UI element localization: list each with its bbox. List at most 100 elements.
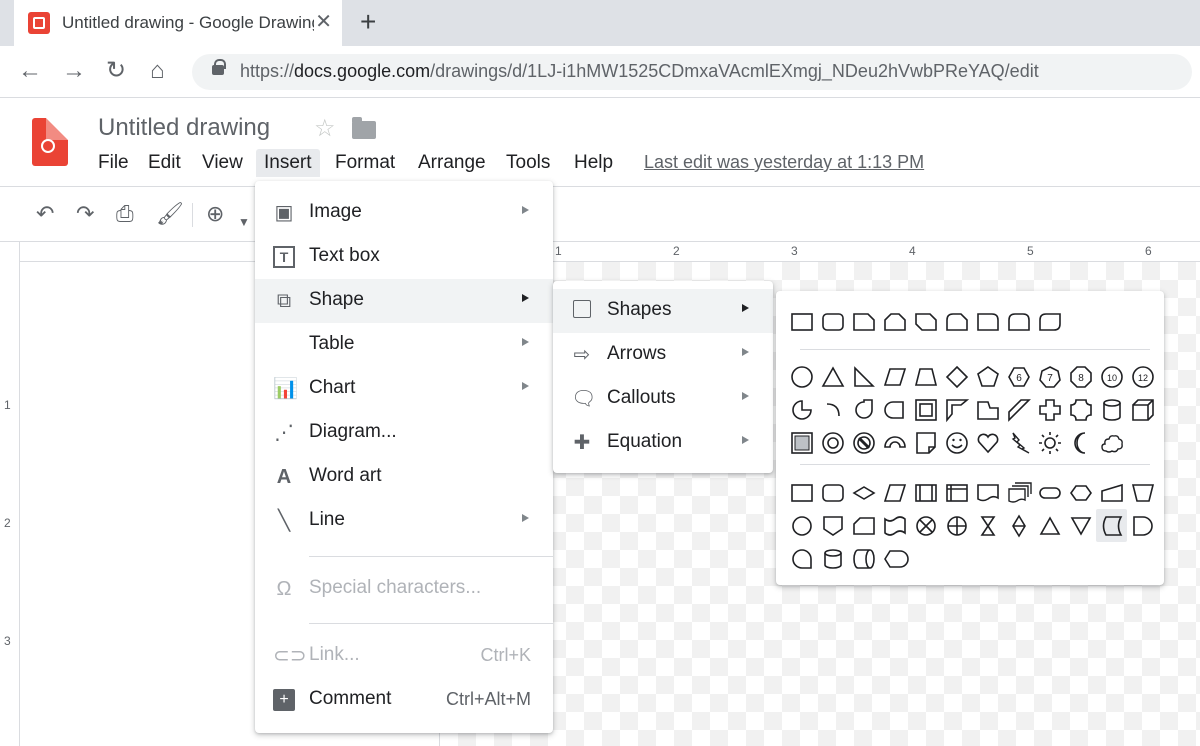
menu-insert[interactable]: Insert xyxy=(256,149,320,177)
browser-tab[interactable]: Untitled drawing - Google Drawings ✕ xyxy=(14,0,342,46)
snip-corner-rectangle-shape-icon[interactable] xyxy=(848,305,879,338)
cube-shape-icon[interactable] xyxy=(1127,393,1158,426)
submenu-item-equation[interactable]: ✚ Equation xyxy=(553,421,773,465)
flowchart-or-shape-icon[interactable] xyxy=(941,509,972,542)
can-shape-icon[interactable] xyxy=(1096,393,1127,426)
folder-icon[interactable] xyxy=(352,117,376,139)
menu-help[interactable]: Help xyxy=(566,149,621,177)
close-tab-icon[interactable]: ✕ xyxy=(315,10,332,34)
menu-item-text-box[interactable]: T Text box xyxy=(255,235,553,279)
flowchart-decision-shape-icon[interactable] xyxy=(848,476,879,509)
snip-round-rectangle-shape-icon[interactable] xyxy=(941,305,972,338)
cloud-shape-icon[interactable] xyxy=(1096,426,1127,459)
paint-format-icon[interactable]: 🖌 xyxy=(156,201,184,227)
menu-item-image[interactable]: ▣ Image xyxy=(255,191,553,235)
frame-shape-icon[interactable] xyxy=(910,393,941,426)
hexagon-6-shape-icon[interactable]: 6 xyxy=(1003,360,1034,393)
bevel-shape-icon[interactable] xyxy=(786,426,817,459)
reload-icon[interactable]: ↻ xyxy=(106,56,126,86)
teardrop-shape-icon[interactable] xyxy=(848,393,879,426)
menu-item-diagram[interactable]: ⋰ Diagram... xyxy=(255,411,553,455)
flowchart-sequential-access-storage-shape-icon[interactable] xyxy=(786,542,817,575)
ellipse-shape-icon[interactable] xyxy=(786,360,817,393)
flowchart-punched-tape-shape-icon[interactable] xyxy=(879,509,910,542)
flowchart-alternate-process-shape-icon[interactable] xyxy=(817,476,848,509)
l-shape-icon[interactable] xyxy=(972,393,1003,426)
new-tab-button[interactable]: + xyxy=(360,8,376,36)
plaque-shape-icon[interactable] xyxy=(1065,393,1096,426)
heart-shape-icon[interactable] xyxy=(972,426,1003,459)
cross-shape-icon[interactable] xyxy=(1034,393,1065,426)
redo-icon[interactable]: ↷ xyxy=(76,201,94,227)
flowchart-summing-junction-shape-icon[interactable] xyxy=(910,509,941,542)
snip-same-side-rectangle-shape-icon[interactable] xyxy=(879,305,910,338)
flowchart-manual-input-shape-icon[interactable] xyxy=(1096,476,1127,509)
moon-shape-icon[interactable] xyxy=(1065,426,1096,459)
round-same-side-rectangle-shape-icon[interactable] xyxy=(1003,305,1034,338)
block-arc-shape-icon[interactable] xyxy=(879,426,910,459)
home-icon[interactable]: ⌂ xyxy=(150,56,165,86)
diamond-shape-icon[interactable] xyxy=(941,360,972,393)
menu-item-shape[interactable]: ⧉ Shape xyxy=(255,279,553,323)
menu-item-line[interactable]: ╲ Line xyxy=(255,499,553,543)
trapezoid-shape-icon[interactable] xyxy=(910,360,941,393)
flowchart-internal-storage-shape-icon[interactable] xyxy=(941,476,972,509)
flowchart-stored-data-shape-icon[interactable] xyxy=(1096,509,1127,542)
no-symbol-shape-icon[interactable] xyxy=(848,426,879,459)
zoom-dropdown-icon[interactable]: ▼ xyxy=(238,209,250,235)
zoom-icon[interactable]: ⊕ xyxy=(206,201,224,227)
flowchart-sort-shape-icon[interactable] xyxy=(1003,509,1034,542)
flowchart-collate-shape-icon[interactable] xyxy=(972,509,1003,542)
address-bar[interactable]: https://docs.google.com/drawings/d/1LJ-i… xyxy=(192,54,1192,90)
menu-tools[interactable]: Tools xyxy=(498,149,558,177)
flowchart-extract-shape-icon[interactable] xyxy=(1034,509,1065,542)
submenu-item-callouts[interactable]: 🗨 Callouts xyxy=(553,377,773,421)
chord-shape-icon[interactable] xyxy=(879,393,910,426)
menu-item-word-art[interactable]: A Word art xyxy=(255,455,553,499)
submenu-item-arrows[interactable]: ⇨ Arrows xyxy=(553,333,773,377)
flowchart-offpage-connector-shape-icon[interactable] xyxy=(817,509,848,542)
flowchart-document-shape-icon[interactable] xyxy=(972,476,1003,509)
flowchart-magnetic-disk-shape-icon[interactable] xyxy=(817,542,848,575)
diagonal-stripe-shape-icon[interactable] xyxy=(1003,393,1034,426)
forward-arrow-icon[interactable]: → xyxy=(62,56,86,86)
menu-item-link[interactable]: ⊂⊃ Link... Ctrl+K xyxy=(255,634,553,678)
last-edit-link[interactable]: Last edit was yesterday at 1:13 PM xyxy=(644,152,924,173)
flowchart-connector-shape-icon[interactable] xyxy=(786,509,817,542)
menu-item-table[interactable]: Table xyxy=(255,323,553,367)
flowchart-direct-access-storage-shape-icon[interactable] xyxy=(848,542,879,575)
undo-icon[interactable]: ↶ xyxy=(36,201,54,227)
decagon-10-shape-icon[interactable]: 10 xyxy=(1096,360,1127,393)
menu-item-special-characters[interactable]: Ω Special characters... xyxy=(255,567,553,611)
smiley-face-shape-icon[interactable] xyxy=(941,426,972,459)
flowchart-preparation-shape-icon[interactable] xyxy=(1065,476,1096,509)
parallelogram-shape-icon[interactable] xyxy=(879,360,910,393)
flowchart-terminator-shape-icon[interactable] xyxy=(1034,476,1065,509)
submenu-item-shapes[interactable]: Shapes xyxy=(553,289,773,333)
flowchart-card-shape-icon[interactable] xyxy=(848,509,879,542)
sun-shape-icon[interactable] xyxy=(1034,426,1065,459)
heptagon-7-shape-icon[interactable]: 7 xyxy=(1034,360,1065,393)
folded-corner-shape-icon[interactable] xyxy=(910,426,941,459)
flowchart-delay-shape-icon[interactable] xyxy=(1127,509,1158,542)
pie-shape-icon[interactable] xyxy=(786,393,817,426)
menu-file[interactable]: File xyxy=(90,149,137,177)
right-triangle-shape-icon[interactable] xyxy=(848,360,879,393)
back-arrow-icon[interactable]: ← xyxy=(18,56,42,86)
pentagon-shape-icon[interactable] xyxy=(972,360,1003,393)
rectangle-shape-icon[interactable] xyxy=(786,305,817,338)
star-icon[interactable]: ☆ xyxy=(314,114,336,143)
round-diagonal-rectangle-shape-icon[interactable] xyxy=(1034,305,1065,338)
donut-shape-icon[interactable] xyxy=(817,426,848,459)
menu-arrange[interactable]: Arrange xyxy=(410,149,494,177)
arc-shape-icon[interactable] xyxy=(817,393,848,426)
flowchart-predefined-process-shape-icon[interactable] xyxy=(910,476,941,509)
triangle-shape-icon[interactable] xyxy=(817,360,848,393)
octagon-8-shape-icon[interactable]: 8 xyxy=(1065,360,1096,393)
half-frame-shape-icon[interactable] xyxy=(941,393,972,426)
flowchart-manual-operation-shape-icon[interactable] xyxy=(1127,476,1158,509)
flowchart-process-shape-icon[interactable] xyxy=(786,476,817,509)
document-title[interactable]: Untitled drawing xyxy=(98,114,270,142)
lightning-bolt-shape-icon[interactable] xyxy=(1003,426,1034,459)
flowchart-data-shape-icon[interactable] xyxy=(879,476,910,509)
